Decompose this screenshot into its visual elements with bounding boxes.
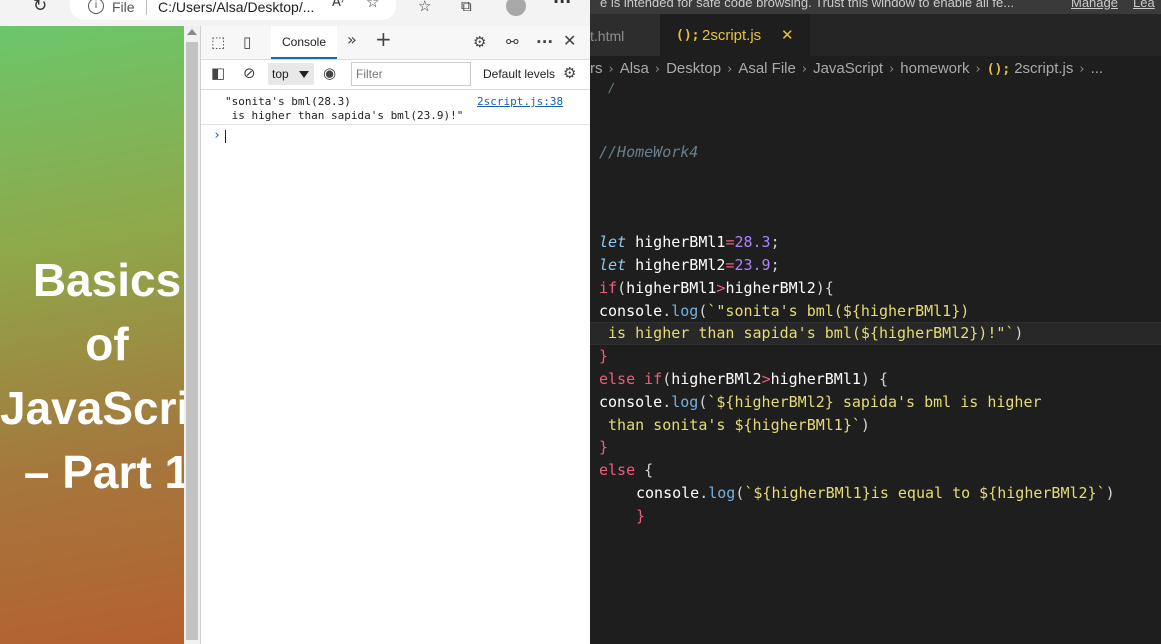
code-line-4: console.log(`"sonita's bml(${higherBMl1}…	[599, 302, 970, 320]
page-content: Basics of JavaScript – Part 1	[0, 26, 184, 644]
log-levels-dropdown[interactable]: Default levels	[483, 67, 555, 81]
page-scrollbar-thumb[interactable]	[186, 42, 198, 640]
device-emulation-icon[interactable]: ▯	[243, 34, 251, 50]
profile-avatar[interactable]	[506, 0, 526, 16]
close-devtools-icon[interactable]: ✕	[563, 33, 576, 49]
console-settings-gear-icon[interactable]: ⚙	[563, 65, 576, 81]
console-message-text-line-1: "sonita's bml(28.3)	[225, 95, 351, 108]
code-line-6: }	[599, 347, 609, 365]
code-line-3: if(higherBMl1>higherBMl2){	[599, 279, 834, 297]
code-line-5: is higher than sapida's bml(${higherBMl2…	[599, 324, 1024, 342]
live-expression-eye-icon[interactable]: ◉	[323, 65, 336, 81]
code-line-10: }	[599, 438, 609, 456]
console-input-caret[interactable]	[225, 130, 226, 143]
tab-console[interactable]: Console	[271, 26, 337, 59]
code-editor: e is intended for safe code browsing. Tr…	[590, 0, 1161, 644]
browser-window: ↻ i File C:/Users/Alsa/Desktop/... A⁾ ☆ …	[0, 0, 591, 644]
read-aloud-icon[interactable]: A⁾	[332, 0, 344, 17]
console-message-text-line-2: is higher than sapida's bml(23.9)!"	[225, 109, 464, 122]
more-options-icon[interactable]: ···	[536, 34, 553, 50]
page-title-line-4: – Part 1	[23, 446, 184, 498]
chevron-down-icon	[299, 71, 309, 78]
inspect-element-icon[interactable]: ⬚	[211, 34, 225, 50]
code-line-2: let higherBMl2=23.9;	[599, 256, 780, 274]
context-selector[interactable]: top	[268, 63, 314, 85]
code-line-13: }	[636, 507, 646, 525]
address-url[interactable]: C:/Users/Alsa/Desktop/...	[158, 0, 314, 15]
code-line-comment: //HomeWork4	[599, 143, 699, 161]
code-line-11: else {	[599, 461, 654, 479]
code-line-9: than sonita's ${higherBMl1}`)	[599, 416, 870, 434]
code-line-7: else if(higherBMl2>higherBMl1) {	[599, 370, 888, 388]
add-favorite-icon[interactable]: ☆	[366, 0, 379, 16]
browser-toolbar: ↻ i File C:/Users/Alsa/Desktop/... A⁾ ☆ …	[0, 0, 590, 26]
console-toolbar: ◧ ⊘ top ◉ Default levels ⚙	[201, 60, 591, 90]
sidebar-toggle-icon[interactable]: ◧	[211, 65, 225, 81]
connect-device-icon[interactable]: ⚯	[506, 34, 519, 50]
devtools-panel: ⬚ ▯ Console » + ⚙ ⚯ ··· ✕ ◧ ⊘ top ◉ Defa…	[200, 26, 591, 644]
console-message-source-link[interactable]: 2script.js:38	[477, 95, 563, 108]
console-prompt-chevron-icon: ›	[213, 128, 221, 143]
favorites-icon[interactable]: ☆	[418, 0, 431, 20]
code-area[interactable]: / //HomeWork4 let higherBMl1=28.3; let h…	[590, 0, 1161, 644]
page-title-line-2: of	[85, 318, 129, 370]
code-line-8: console.log(`${higherBMl2} sapida's bml …	[599, 393, 1042, 411]
more-menu-icon[interactable]: ···	[553, 0, 571, 16]
code-line-1: let higherBMl1=28.3;	[599, 233, 780, 251]
add-tab-icon[interactable]: +	[375, 29, 392, 49]
address-bar[interactable]: i File C:/Users/Alsa/Desktop/... A⁾ ☆	[70, 0, 396, 20]
code-line-12: console.log(`${higherBMl1}is equal to ${…	[636, 484, 1115, 502]
refresh-icon[interactable]: ↻	[33, 0, 47, 20]
devtools-tabbar: ⬚ ▯ Console » + ⚙ ⚯ ··· ✕	[201, 26, 591, 60]
address-scheme-label: File	[112, 0, 135, 15]
code-line-fragment: /	[608, 81, 616, 95]
page-title-line-3: JavaScript	[0, 382, 184, 434]
more-tabs-icon[interactable]: »	[347, 32, 357, 48]
scroll-up-arrow-icon[interactable]	[187, 29, 197, 35]
page-scrollbar[interactable]	[184, 26, 200, 644]
clear-console-icon[interactable]: ⊘	[243, 65, 256, 81]
info-icon[interactable]: i	[88, 0, 104, 14]
context-selector-value: top	[272, 67, 289, 81]
console-message: "sonita's bml(28.3) is higher than sapid…	[201, 90, 591, 125]
page-title-line-1: Basics	[32, 254, 182, 306]
settings-gear-icon[interactable]: ⚙	[473, 34, 486, 50]
collections-icon[interactable]: ⧉	[461, 0, 472, 20]
page-title: Basics of JavaScript – Part 1	[0, 248, 184, 504]
address-divider	[146, 0, 147, 15]
console-filter-input[interactable]	[351, 62, 471, 86]
